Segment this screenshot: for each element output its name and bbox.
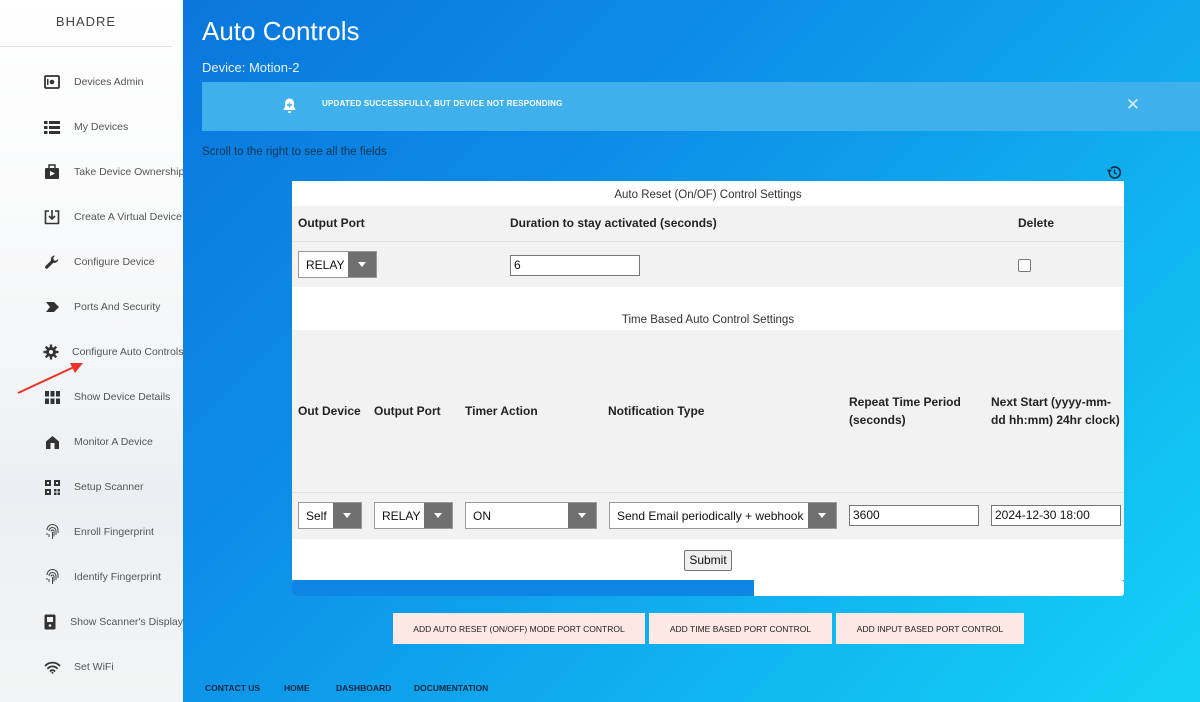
header-duration: Duration to stay activated (seconds): [510, 216, 717, 230]
scroll-hint: Scroll to the right to see all the field…: [202, 146, 387, 158]
sidebar-item-setup-scanner[interactable]: Setup Scanner: [0, 472, 183, 502]
add-auto-reset-button[interactable]: Add Auto Reset (On/Off) Mode Port Contro…: [393, 613, 645, 644]
output-port-select[interactable]: RELAY: [298, 251, 377, 278]
header-repeat-period: Repeat Time Period (seconds): [849, 395, 961, 427]
sidebar-item-label: Show Device Details: [74, 391, 171, 403]
sidebar-item-label: Ports And Security: [74, 301, 161, 313]
settings-card: Auto Reset (On/OF) Control Settings Outp…: [292, 181, 1124, 596]
sidebar-item-label: Monitor A Device: [74, 436, 153, 448]
sidebar-item-enroll-fingerprint[interactable]: Enroll Fingerprint: [0, 517, 183, 547]
output-port-value: RELAY: [306, 257, 345, 272]
sidebar-item-label: Enroll Fingerprint: [74, 526, 154, 538]
qr-code-icon: [43, 478, 61, 496]
bell-plus-icon: [282, 97, 297, 119]
footer-link-documentation[interactable]: DOCUMENTATION: [414, 683, 488, 693]
list-icon: [43, 118, 61, 136]
caret-down-icon: [348, 252, 376, 277]
sidebar-item-show-scanners-display[interactable]: Show Scanner's Display: [0, 607, 183, 637]
auto-reset-section-title: Auto Reset (On/OF) Control Settings: [614, 189, 802, 201]
repeat-period-input[interactable]: 3600: [849, 505, 979, 526]
wifi-icon: [43, 658, 61, 676]
sidebar-item-label: Create A Virtual Device: [74, 211, 182, 223]
caret-down-icon: [333, 503, 361, 528]
sidebar-item-label: Identify Fingerprint: [74, 571, 161, 583]
footer-link-home[interactable]: HOME: [284, 683, 310, 693]
label-arrow-icon: [43, 298, 61, 316]
fingerprint-icon: [43, 568, 61, 586]
time-output-port-value: RELAY: [382, 508, 421, 523]
ownership-icon: [43, 163, 61, 181]
device-name: Device: Motion-2: [202, 60, 300, 75]
sidebar-item-identify-fingerprint[interactable]: Identify Fingerprint: [0, 562, 183, 592]
caret-down-icon: [568, 503, 596, 528]
sidebar-item-label: Devices Admin: [74, 76, 144, 88]
fingerprint-icon: [43, 523, 61, 541]
header-out-device: Out Device: [298, 404, 361, 418]
out-device-select[interactable]: Self: [298, 502, 362, 529]
header-next-start: Next Start (yyyy-mm-dd hh:mm) 24hr clock…: [991, 395, 1120, 427]
notification-type-value: Send Email periodically + webhook: [617, 508, 804, 523]
time-based-section-title: Time Based Auto Control Settings: [621, 314, 795, 326]
sidebar-item-label: My Devices: [74, 121, 129, 133]
device-admin-icon: [43, 73, 61, 91]
brand-name: BHADRE: [55, 14, 117, 29]
timer-action-select[interactable]: ON: [465, 502, 597, 529]
sidebar-item-create-virtual-device[interactable]: Create A Virtual Device: [0, 202, 183, 232]
time-output-port-select[interactable]: RELAY: [374, 502, 453, 529]
sidebar-item-label: Set WiFi: [74, 661, 114, 673]
footer-link-dashboard[interactable]: DASHBOARD: [336, 683, 391, 693]
sidebar-divider: [0, 46, 172, 47]
sidebar-item-devices-admin[interactable]: Devices Admin: [0, 67, 183, 97]
alert-message: UPDATED SUCCESSFULLY, BUT DEVICE NOT RES…: [322, 99, 563, 108]
main-content: Auto Controls Device: Motion-2 UPDATED S…: [183, 0, 1200, 702]
header-output-port: Output Port: [374, 404, 441, 418]
wrench-icon: [43, 253, 61, 271]
header-delete: Delete: [1018, 216, 1055, 230]
sidebar-item-ports-and-security[interactable]: Ports And Security: [0, 292, 183, 322]
add-input-based-button[interactable]: Add Input Based Port Control: [836, 613, 1024, 644]
add-time-based-button[interactable]: Add Time Based Port Control: [649, 613, 832, 644]
header-timer-action: Timer Action: [465, 404, 538, 418]
delete-checkbox[interactable]: [1018, 259, 1031, 272]
header-output-port: Output Port: [298, 216, 365, 230]
progress-bar: [292, 580, 1124, 596]
annotation-arrow: [17, 363, 83, 394]
next-start-input[interactable]: 2024-12-30 18:00: [991, 505, 1121, 526]
sidebar-item-configure-device[interactable]: Configure Device: [0, 247, 183, 277]
submit-button[interactable]: Submit: [684, 550, 732, 571]
sidebar-item-label: Configure Auto Controls: [72, 346, 183, 358]
duration-input[interactable]: 6: [510, 255, 640, 276]
timer-action-value: ON: [473, 508, 491, 523]
download-box-icon: [43, 208, 61, 226]
progress-fill: [292, 580, 754, 596]
page-title: Auto Controls: [202, 16, 360, 46]
header-notification-type: Notification Type: [608, 404, 705, 418]
sidebar-item-label: Setup Scanner: [74, 481, 144, 493]
sidebar-item-label: Configure Device: [74, 256, 155, 268]
sidebar-item-my-devices[interactable]: My Devices: [0, 112, 183, 142]
sidebar-item-monitor-device[interactable]: Monitor A Device: [0, 427, 183, 457]
caret-down-icon: [424, 503, 452, 528]
sidebar-item-take-device-ownership[interactable]: Take Device Ownership: [0, 157, 183, 187]
home-icon: [43, 433, 61, 451]
scanner-display-icon: [43, 613, 57, 631]
sidebar: BHADRE Devices Admin My Devices Take Dev…: [0, 0, 183, 702]
alert-banner: UPDATED SUCCESSFULLY, BUT DEVICE NOT RES…: [202, 82, 1200, 131]
out-device-value: Self: [306, 508, 327, 523]
sidebar-item-label: Take Device Ownership: [74, 166, 183, 178]
sidebar-item-label: Show Scanner's Display: [70, 616, 183, 628]
caret-down-icon: [808, 503, 836, 528]
close-icon[interactable]: ✕: [1126, 95, 1140, 115]
footer-link-contact[interactable]: CONTACT US: [205, 683, 260, 693]
sidebar-item-set-wifi[interactable]: Set WiFi: [0, 652, 183, 682]
notification-type-select[interactable]: Send Email periodically + webhook: [609, 502, 837, 529]
